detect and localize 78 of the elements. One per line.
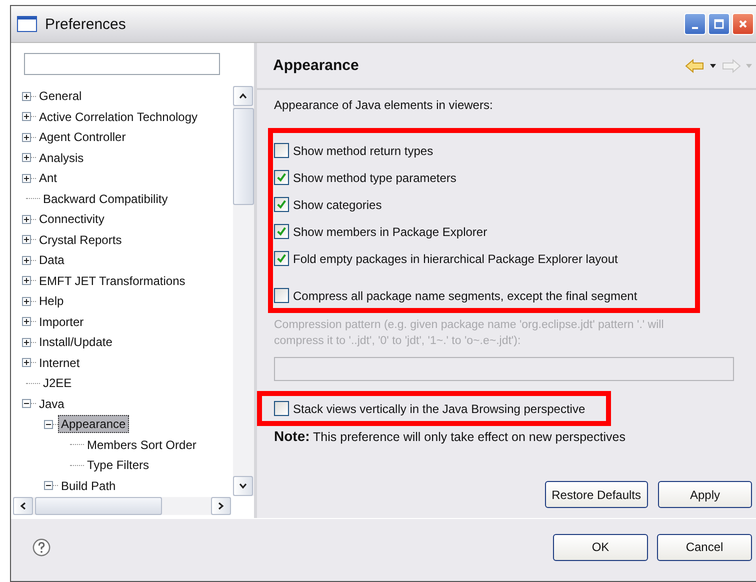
expand-icon[interactable] <box>22 235 31 244</box>
maximize-icon <box>714 19 724 29</box>
tree-item[interactable]: General <box>36 87 85 106</box>
field-label: compress it to '..jdt', '0' to 'jdt', '1~.' to 'o~.e~.jdt'): <box>274 334 522 349</box>
expand-icon[interactable] <box>22 112 31 122</box>
expand-icon[interactable] <box>22 338 31 347</box>
dropdown-caret-icon[interactable] <box>710 64 716 68</box>
note-text: Note: This preference will only take effect on new perspectives <box>274 428 626 444</box>
checkbox-option[interactable]: Show method return types <box>274 137 694 164</box>
checkbox-option[interactable]: Show method type parameters <box>274 164 694 191</box>
expand-icon[interactable] <box>22 358 31 368</box>
collapse-icon[interactable] <box>22 399 31 408</box>
maximize-button[interactable] <box>708 13 730 35</box>
expand-icon[interactable] <box>22 317 31 326</box>
dialog-button[interactable]: Apply <box>658 481 752 508</box>
checkbox[interactable] <box>274 401 289 416</box>
filter-field[interactable] <box>24 53 220 75</box>
scroll-right-icon[interactable] <box>218 502 224 510</box>
checkbox-option[interactable]: Fold empty packages in hierarchical Package Explorer layout <box>274 245 694 272</box>
tree-item[interactable]: Active Correlation Technology <box>36 108 201 126</box>
expand-icon[interactable] <box>22 132 31 142</box>
minimize-icon <box>692 26 698 28</box>
tree-item[interactable]: Agent Controller <box>36 128 129 146</box>
dialog-button[interactable]: Restore Defaults <box>544 481 648 508</box>
collapse-icon[interactable] <box>44 481 53 490</box>
expand-icon[interactable] <box>22 214 31 224</box>
expand-icon[interactable] <box>22 296 31 306</box>
scrollbar-thumb[interactable] <box>35 497 162 515</box>
expand-icon[interactable] <box>22 174 31 183</box>
help-icon[interactable] <box>32 538 51 556</box>
tree-item[interactable]: Internet <box>36 354 83 372</box>
dialog-button[interactable]: Cancel <box>657 534 752 560</box>
minimize-button[interactable] <box>684 13 706 35</box>
expand-icon[interactable] <box>22 153 31 162</box>
scrollbar-thumb[interactable] <box>233 108 254 205</box>
scroll-down-icon[interactable] <box>239 483 247 489</box>
tree-item[interactable]: Analysis <box>36 148 87 167</box>
tree-item[interactable]: Backward Compatibility <box>40 190 171 208</box>
dialog-button[interactable]: OK <box>553 534 648 560</box>
checkbox[interactable] <box>274 143 289 158</box>
tree-item[interactable]: Type Filters <box>84 456 152 474</box>
field-label: Compression pattern (e.g. given package name 'org.eclipse.jdt' pattern '.' will <box>274 318 665 333</box>
tree-item[interactable]: Importer <box>36 312 87 331</box>
checkbox-option[interactable]: Show members in Package Explorer <box>274 218 694 245</box>
collapse-icon[interactable] <box>44 420 53 429</box>
section-label: Appearance of Java elements in viewers: <box>274 98 494 112</box>
vertical-scrollbar[interactable] <box>233 86 254 496</box>
tree-item[interactable]: J2EE <box>40 374 75 392</box>
checkbox-option[interactable]: Show categories <box>274 191 694 218</box>
tree-item[interactable]: Data <box>36 251 68 270</box>
tree-item[interactable]: Help <box>36 292 67 310</box>
tree-item[interactable]: Ant <box>36 169 60 188</box>
checkbox[interactable] <box>274 288 289 303</box>
horizontal-scrollbar[interactable] <box>13 497 231 515</box>
tree-item[interactable]: Build Path <box>58 476 119 495</box>
page-title: Appearance <box>273 57 359 74</box>
tree-item[interactable]: Members Sort Order <box>84 436 200 454</box>
checkbox-option[interactable]: Stack views vertically in the Java Browsing perspective <box>274 395 586 422</box>
tree-item[interactable]: Crystal Reports <box>36 230 125 249</box>
close-icon <box>738 19 748 29</box>
scroll-left-icon[interactable] <box>20 502 26 510</box>
window-icon <box>17 16 37 32</box>
tree-item[interactable]: Connectivity <box>36 210 108 228</box>
checkbox-option[interactable]: Compress all package name segments, except the final segment <box>274 282 694 309</box>
expand-icon[interactable] <box>22 276 31 286</box>
tree-item[interactable]: Install/Update <box>36 333 116 352</box>
checkbox[interactable] <box>274 197 289 212</box>
close-button[interactable] <box>732 13 754 35</box>
checkbox[interactable] <box>274 170 289 185</box>
tree-item[interactable]: EMFT JET Transformations <box>36 272 188 290</box>
expand-icon[interactable] <box>22 92 31 101</box>
scroll-up-icon[interactable] <box>239 93 247 99</box>
expand-icon[interactable] <box>22 256 31 265</box>
checkbox[interactable] <box>274 251 289 266</box>
checkbox[interactable] <box>274 224 289 239</box>
tree-item[interactable]: Appearance <box>58 415 129 434</box>
tree-item[interactable]: Java <box>36 394 68 413</box>
window-title: Preferences <box>45 16 126 32</box>
